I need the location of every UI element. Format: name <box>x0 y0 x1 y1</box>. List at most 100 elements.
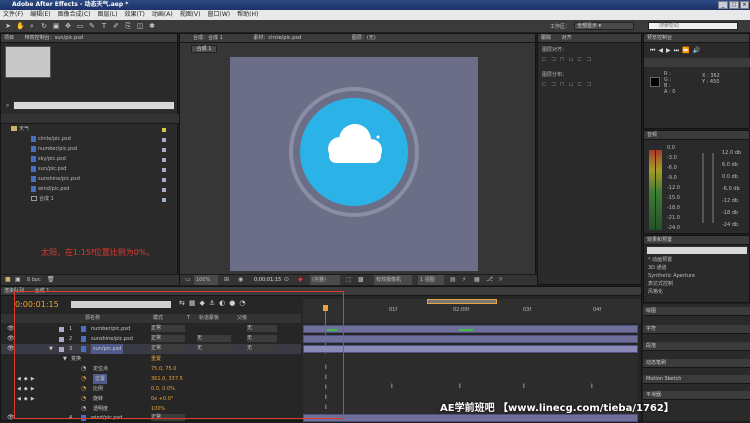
menu-file[interactable]: 文件(F) <box>3 10 23 20</box>
project-file-row[interactable]: sky/pic.psd <box>1 155 177 164</box>
title-bar: Adobe After Effects - 动态天气.aep * _ □ × <box>0 0 750 10</box>
menu-edit[interactable]: 编辑(E) <box>30 10 50 20</box>
bpc-label[interactable]: 8 bpc <box>27 277 41 283</box>
project-search-input[interactable]: ⌕ <box>6 101 175 110</box>
work-area-bar[interactable] <box>427 299 497 304</box>
project-comp-row[interactable]: 合成 1 <box>1 195 177 204</box>
tab-align[interactable]: 对齐 <box>562 35 572 41</box>
resolution-select[interactable]: (完整) <box>310 275 340 285</box>
help-search-placeholder: 搜索帮助 <box>659 23 680 29</box>
composition-canvas[interactable] <box>230 57 478 271</box>
tab-footage[interactable]: 素材：circle/pic.psd <box>253 35 301 41</box>
audio-slider-track[interactable] <box>702 153 704 223</box>
brush-tab[interactable]: 动态笔刷 <box>643 359 750 368</box>
brush-tool-icon[interactable]: ✐ <box>112 22 120 30</box>
menu-composition[interactable]: 图像合成(C) <box>58 10 91 20</box>
exposure-icon[interactable]: ☼ <box>498 275 503 285</box>
timeline-icon[interactable]: ▦ <box>474 275 480 285</box>
paragraph-tab[interactable]: 段落 <box>643 342 750 351</box>
show-snapshot-icon[interactable]: ⊙ <box>284 275 289 285</box>
menu-window[interactable]: 窗口(W) <box>207 10 230 20</box>
help-search-input[interactable]: 搜索帮助 <box>648 22 738 30</box>
grid-icon[interactable]: ⊞ <box>224 275 229 285</box>
views-select[interactable]: 1 视图 <box>418 275 444 285</box>
trash-icon[interactable]: 🗑 <box>47 276 55 283</box>
minimize-button[interactable]: _ <box>718 1 728 9</box>
menu-help[interactable]: 帮助(H) <box>237 10 258 20</box>
pan-behind-tool-icon[interactable]: ✥ <box>64 22 72 30</box>
zoom-tool-icon[interactable]: ⌕ <box>28 22 36 30</box>
hand-tool-icon[interactable]: ✋ <box>16 22 25 30</box>
playback-controls[interactable]: ⏮◀▶⏭⏩🔊 <box>650 47 703 55</box>
keyframe-icon[interactable]: I <box>523 384 527 390</box>
tab-composition[interactable]: 合成：合成 1 <box>193 35 223 41</box>
workspace-select[interactable]: 全部显示 ▾ <box>574 22 634 30</box>
keyframe-icon[interactable]: I <box>459 384 463 390</box>
audio-slider-track[interactable] <box>712 153 714 223</box>
project-file-row[interactable]: sunshine/pic.psd <box>1 175 177 184</box>
layer-duration-bar[interactable] <box>303 335 638 343</box>
project-file-row[interactable]: circle/pic.psd <box>1 135 177 144</box>
tab-effects-presets[interactable]: 效果和预置 <box>647 237 672 243</box>
camera-snapshot-icon[interactable]: ◉ <box>238 275 243 285</box>
motion-sketch-tab[interactable]: Motion Sketch <box>643 375 750 384</box>
folder-row[interactable]: 天气 <box>1 125 177 134</box>
close-button[interactable]: × <box>740 1 749 9</box>
layer-duration-bar-selected[interactable] <box>303 345 638 353</box>
effects-tabbar: 效果和预置 <box>644 236 749 245</box>
tab-audio[interactable]: 音频 <box>647 132 657 138</box>
pen-tool-icon[interactable]: ✎ <box>88 22 96 30</box>
time-ruler[interactable]: 01f 02:00f 03f 04f <box>303 299 641 323</box>
camera-tool-icon[interactable]: ▣ <box>52 22 60 30</box>
character-tab[interactable]: 字符 <box>643 325 750 334</box>
project-file-row[interactable]: wind/pic.psd <box>1 185 177 194</box>
fast-previews-icon[interactable]: ⚡ <box>462 275 466 285</box>
rectangle-tool-icon[interactable]: ▭ <box>76 22 84 30</box>
label-color-swatch <box>162 188 166 192</box>
effects-list-item[interactable]: 表达式控制 <box>648 280 695 288</box>
effects-list-item[interactable]: 3D 通道 <box>648 264 695 272</box>
selection-tool-icon[interactable]: ➤ <box>4 22 12 30</box>
text-tool-icon[interactable]: T <box>100 22 108 30</box>
eraser-tool-icon[interactable]: ◫ <box>136 22 144 30</box>
rotate-tool-icon[interactable]: ↻ <box>40 22 48 30</box>
distribute-buttons-row[interactable]: ⊏⊐⊓⊔⊏⊐ <box>542 81 595 88</box>
keyframe-icon[interactable]: I <box>591 384 595 390</box>
region-of-interest-icon[interactable]: ⬚ <box>346 275 352 285</box>
comp-flow-tab[interactable]: 合成 1 <box>191 45 217 53</box>
effects-list-item[interactable]: Synthetic Aperture <box>648 272 695 280</box>
always-preview-icon[interactable]: ▭ <box>185 275 191 285</box>
tab-preview[interactable]: 预览控制台 <box>647 35 672 41</box>
project-file-row[interactable]: number/pic.psd <box>1 145 177 154</box>
tab-effect-controls[interactable]: 特效控制台：sun/pic.psd <box>25 35 83 41</box>
menu-view[interactable]: 视图(V) <box>180 10 201 20</box>
tab-project[interactable]: 项目 <box>4 35 14 41</box>
transparency-grid-icon[interactable]: ▩ <box>358 275 364 285</box>
effects-list-item[interactable]: * 动画预置 <box>648 256 695 264</box>
tab-layer[interactable]: 图层：(无) <box>352 35 376 41</box>
puppet-tool-icon[interactable]: ✱ <box>148 22 156 30</box>
new-comp-icon[interactable]: ▣ <box>15 276 21 283</box>
toggle-pixel-aspect-icon[interactable]: ▤ <box>450 275 456 285</box>
clone-tool-icon[interactable]: ⎘ <box>124 22 132 30</box>
camera-view-select[interactable]: 有效摄像机 <box>374 275 412 285</box>
paint-tab[interactable]: 绘图 <box>643 307 750 316</box>
zoom-select[interactable]: 100% <box>194 275 218 285</box>
menu-layer[interactable]: 图层(L) <box>98 10 118 20</box>
tools-toolbar: ➤ ✋ ⌕ ↻ ▣ ✥ ▭ ✎ T ✐ ⎘ ◫ ✱ 工作区： 全部显示 ▾ 搜索… <box>0 20 750 33</box>
flowchart-icon[interactable]: ⎇ <box>486 275 493 285</box>
tab-tracker[interactable]: 跟踪 <box>541 35 551 41</box>
color-swatch <box>650 77 660 87</box>
effects-search-input[interactable] <box>647 247 747 254</box>
maximize-button[interactable]: □ <box>729 1 739 9</box>
menu-animation[interactable]: 动画(A) <box>152 10 173 20</box>
align-buttons-row[interactable]: ⊏⊐⊓⊔⊏⊐ <box>542 56 595 63</box>
menu-effect[interactable]: 效果(T) <box>125 10 145 20</box>
project-file-row[interactable]: sun/pic.psd <box>1 165 177 174</box>
effects-list-item[interactable]: 风格化 <box>648 288 695 296</box>
new-folder-icon[interactable]: ■ <box>5 276 11 283</box>
viewer-timecode[interactable]: 0;00;01;15 <box>254 275 281 285</box>
keyframe-icon[interactable]: I <box>391 384 395 390</box>
audio-meter-right <box>656 150 662 230</box>
channel-icon[interactable]: ◆ <box>298 275 303 285</box>
